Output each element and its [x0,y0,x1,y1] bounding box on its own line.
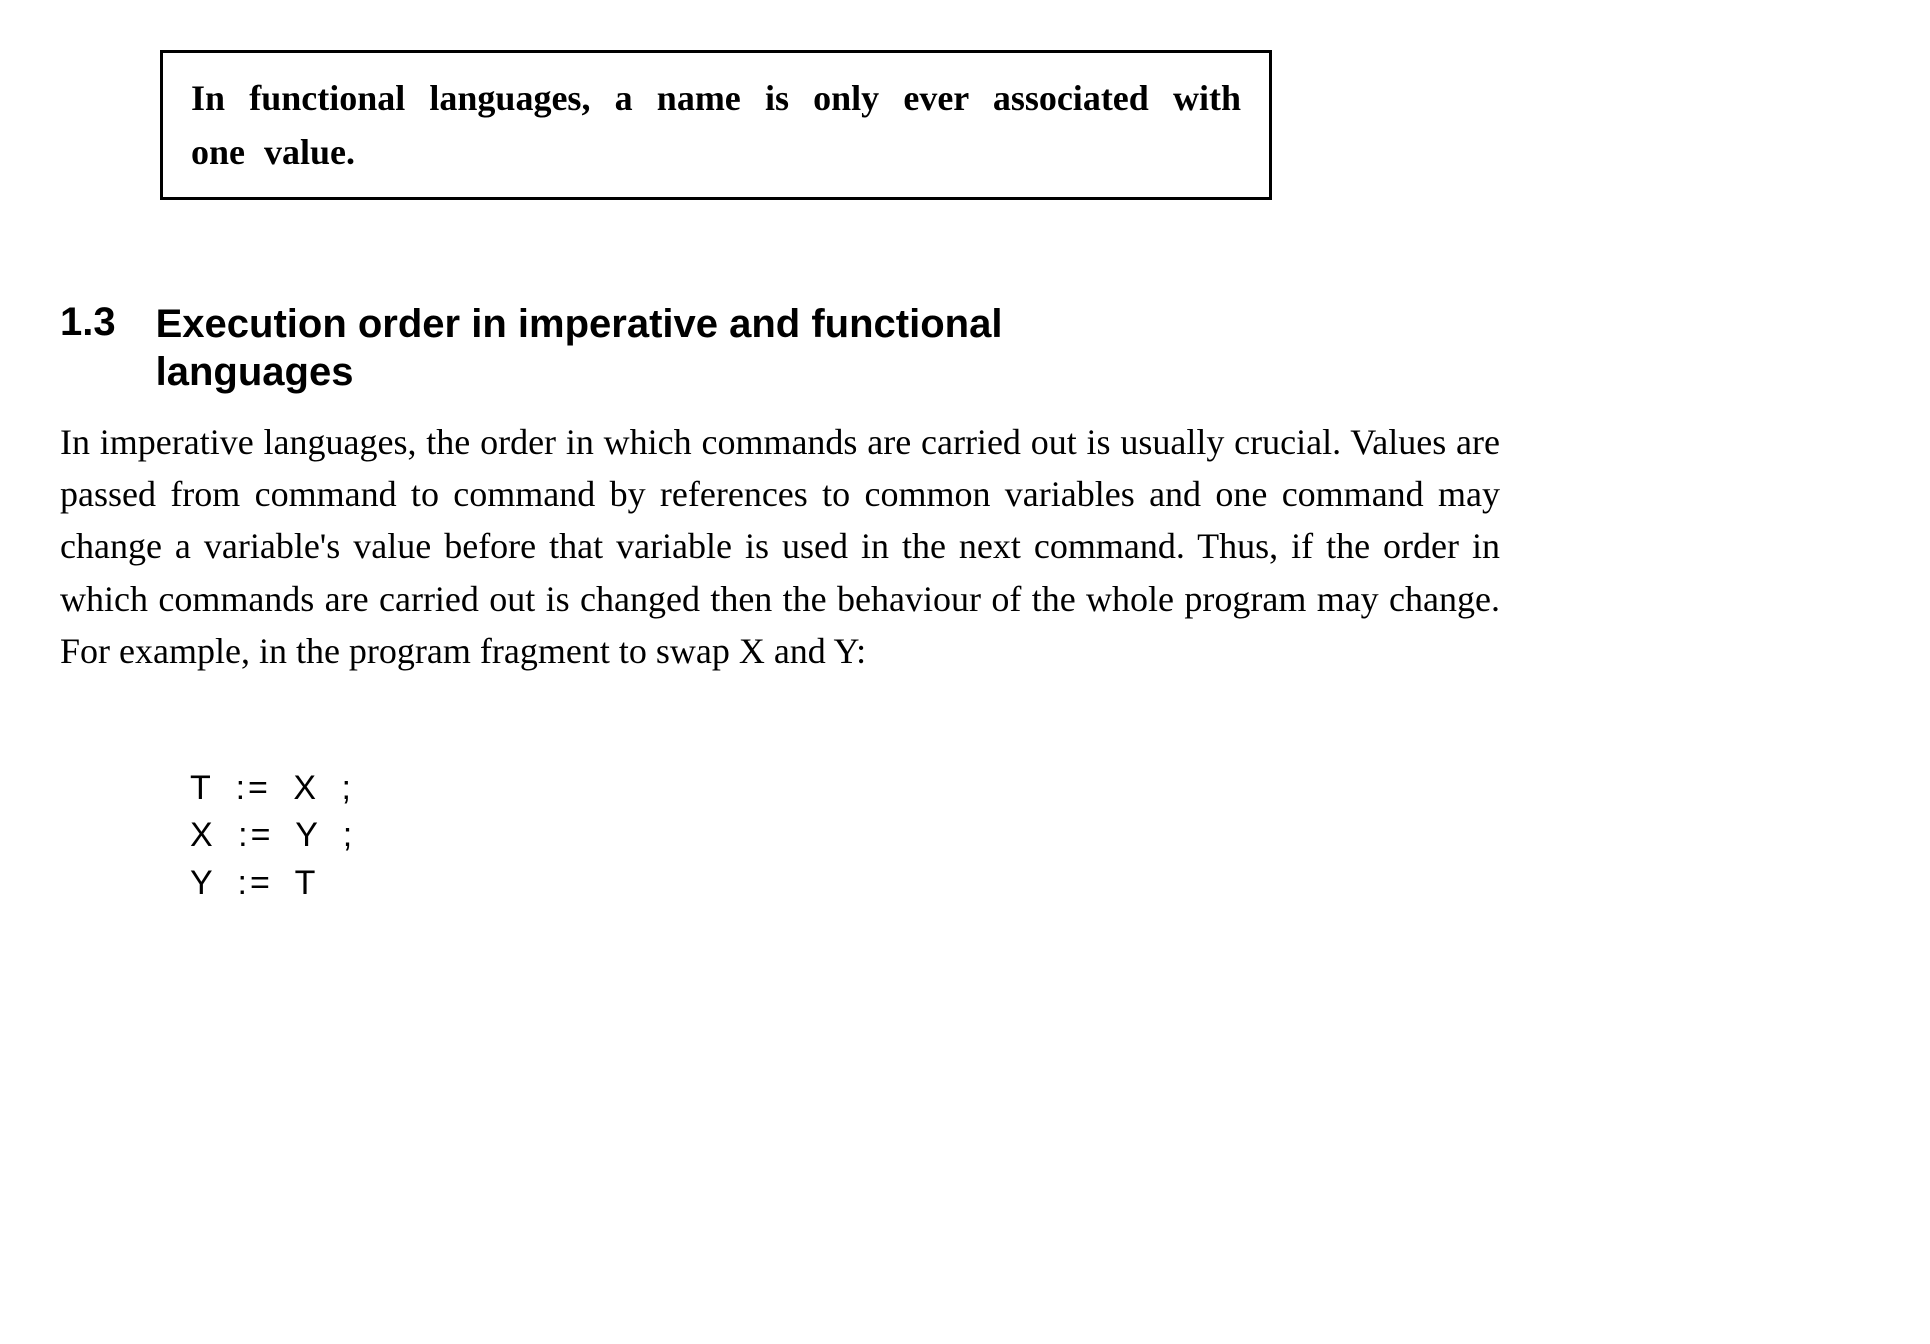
callout-text: In functional languages, a name is only … [191,71,1241,179]
section-title: Execution order in imperative and functi… [156,300,1156,396]
code-line: T := X ; [190,769,354,807]
code-block: T := X ; X := Y ; Y := T [190,717,1870,907]
code-line: X := Y ; [190,816,355,854]
code-line: Y := T [190,864,318,902]
body-paragraph: In imperative languages, the order in wh… [60,416,1500,677]
section-number: 1.3 [60,300,116,345]
section-heading: 1.3 Execution order in imperative and fu… [60,300,1840,396]
callout-box: In functional languages, a name is only … [160,50,1272,200]
